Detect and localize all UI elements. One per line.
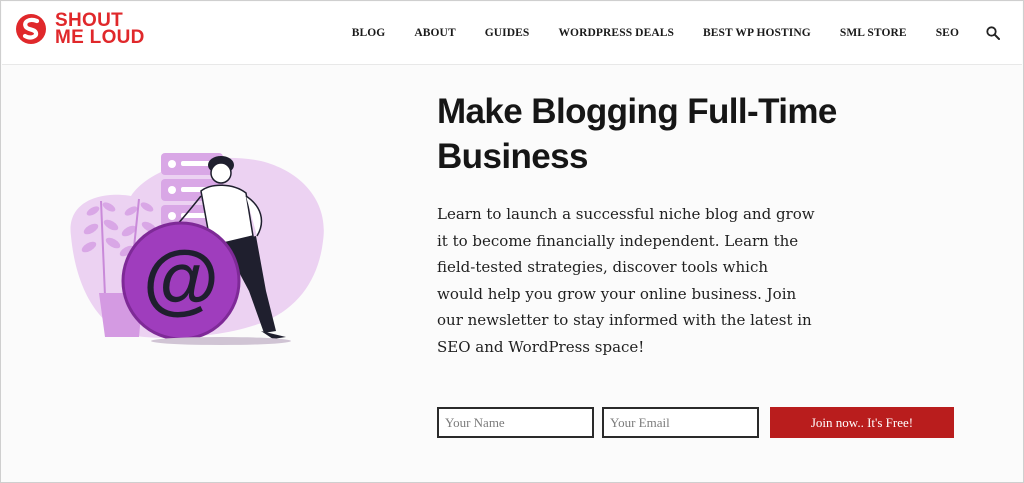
site-header: SHOUT ME LOUD BLOG ABOUT GUIDES WORDPRES… bbox=[2, 2, 1022, 65]
nav-item-about[interactable]: ABOUT bbox=[414, 27, 455, 39]
email-input[interactable] bbox=[602, 407, 759, 438]
nav-item-sml-store[interactable]: SML STORE bbox=[840, 27, 907, 39]
name-input[interactable] bbox=[437, 407, 594, 438]
nav-item-blog[interactable]: BLOG bbox=[352, 27, 386, 39]
newsletter-form: Join now.. It's Free! bbox=[437, 407, 954, 438]
nav-item-seo[interactable]: SEO bbox=[936, 27, 959, 39]
nav-item-guides[interactable]: GUIDES bbox=[485, 27, 530, 39]
hero-description: Learn to launch a successful niche blog … bbox=[437, 205, 815, 356]
man-leaning-on-at-sign-illustration: @ bbox=[70, 153, 324, 345]
logo-wordmark: SHOUT ME LOUD bbox=[55, 11, 145, 48]
nav-item-best-wp-hosting[interactable]: BEST WP HOSTING bbox=[703, 27, 811, 39]
hero-content: Make Blogging Full-Time Business Learn t… bbox=[437, 89, 997, 360]
search-icon[interactable] bbox=[986, 26, 1000, 40]
join-now-button[interactable]: Join now.. It's Free! bbox=[770, 407, 954, 438]
hero-headline: Make Blogging Full-Time Business bbox=[437, 92, 837, 176]
logo-line-2: ME LOUD bbox=[55, 27, 145, 48]
shoutmeloud-logo-icon bbox=[16, 14, 46, 44]
svg-text:@: @ bbox=[143, 234, 219, 322]
main-nav: BLOG ABOUT GUIDES WORDPRESS DEALS BEST W… bbox=[323, 26, 1000, 40]
site-logo[interactable]: SHOUT ME LOUD bbox=[15, 11, 145, 48]
page-frame: SHOUT ME LOUD BLOG ABOUT GUIDES WORDPRES… bbox=[0, 0, 1024, 483]
nav-item-wordpress-deals[interactable]: WORDPRESS DEALS bbox=[558, 27, 674, 39]
